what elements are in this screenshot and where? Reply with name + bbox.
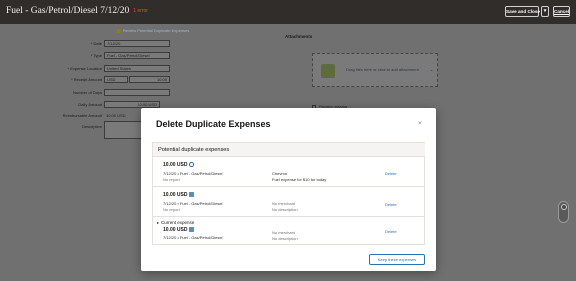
type-label: * Type bbox=[90, 53, 102, 58]
drop-zone-text: Drag files here or click to add attachme… bbox=[346, 67, 419, 72]
description-label: Description bbox=[81, 124, 102, 129]
assistant-widget[interactable] bbox=[558, 201, 569, 223]
save-and-close-button[interactable]: Save and Close bbox=[505, 6, 540, 17]
receipt-amount-label: * Receipt Amount bbox=[71, 77, 102, 82]
row-amount-text: 10.00 USD bbox=[163, 227, 188, 233]
row-report: No report bbox=[163, 207, 180, 212]
duplicates-section: Potential duplicate expenses 10.00 USD 7… bbox=[152, 142, 425, 245]
duplicate-row: 10.00 USD 7/12/20 • Fuel - Gas/Petrol/Di… bbox=[153, 187, 425, 217]
page-title: Fuel - Gas/Petrol/Diesel 7/12/20 1 error bbox=[6, 6, 148, 16]
reimbursable-label: Reimbursable Amount bbox=[62, 113, 102, 118]
days-row: Number of Days bbox=[0, 89, 200, 97]
row-merchant: Chevron bbox=[272, 171, 288, 176]
section-header: Potential duplicate expenses bbox=[153, 143, 425, 157]
review-duplicates-link[interactable]: Review Potential Duplicate Expenses bbox=[117, 28, 189, 33]
expand-triangle-icon[interactable]: ▸ bbox=[157, 220, 159, 225]
row-report: No report bbox=[163, 177, 180, 182]
receipt-icon[interactable] bbox=[189, 227, 194, 232]
dialog-title: Delete Duplicate Expenses bbox=[156, 119, 271, 129]
days-field[interactable] bbox=[104, 89, 170, 96]
row-description: No description bbox=[272, 236, 298, 241]
cancel-button[interactable]: Cancel bbox=[553, 6, 570, 17]
date-field[interactable]: 7/12/20 bbox=[104, 40, 170, 47]
daily-amount-label: Daily Amount bbox=[78, 102, 102, 107]
row-date-type: 7/12/20 • Fuel - Gas/Petrol/Diesel bbox=[163, 235, 223, 240]
current-expense-toggle[interactable]: ▸ Current expense bbox=[157, 220, 194, 225]
type-row: * Type Fuel - Gas/Petrol/Diesel bbox=[0, 52, 200, 60]
location-row: * Expense Location United States bbox=[0, 65, 200, 73]
row-amount-text: 10.00 USD bbox=[163, 192, 188, 198]
date-row: * Date 7/12/20 bbox=[0, 40, 200, 48]
row-description: Fuel expense for $10 for today bbox=[272, 177, 327, 182]
daily-amount-field[interactable]: 10.00 USD bbox=[104, 101, 160, 108]
section-title: Potential duplicate expenses bbox=[158, 147, 230, 153]
error-flag[interactable]: 1 error bbox=[133, 8, 148, 14]
warning-icon bbox=[117, 28, 121, 33]
review-duplicates-label: Review Potential Duplicate Expenses bbox=[123, 28, 190, 33]
row-merchant: No merchant bbox=[272, 230, 295, 235]
receipt-amount-field[interactable]: 10.00 bbox=[129, 76, 170, 83]
attachment-illustration-icon bbox=[321, 64, 335, 78]
type-select[interactable]: Fuel - Gas/Petrol/Diesel bbox=[104, 52, 170, 59]
save-options-dropdown-button[interactable]: ▾ bbox=[541, 6, 549, 17]
location-label: * Expense Location bbox=[67, 66, 102, 71]
row-amount: 10.00 USD bbox=[163, 162, 194, 168]
row-amount-text: 10.00 USD bbox=[163, 162, 188, 168]
delete-link[interactable]: Delete bbox=[385, 202, 397, 207]
attachment-drop-zone[interactable]: Drag files here or click to add attachme… bbox=[312, 53, 438, 87]
delete-link[interactable]: Delete bbox=[385, 171, 397, 176]
current-expense-row: ▸ Current expense 10.00 USD 7/12/20 • Fue… bbox=[153, 217, 425, 245]
receipt-icon[interactable] bbox=[189, 192, 194, 197]
row-description: No description bbox=[272, 207, 298, 212]
reimbursable-value: 10.00 USD bbox=[106, 113, 126, 118]
location-select[interactable]: United States bbox=[104, 65, 170, 72]
row-date-type: 7/12/20 • Fuel - Gas/Petrol/Diesel bbox=[163, 171, 223, 176]
delete-duplicates-dialog: Delete Duplicate Expenses × Potential du… bbox=[141, 108, 436, 271]
current-expense-heading: Current expense bbox=[161, 220, 195, 225]
chevron-down-icon[interactable]: ⌄ bbox=[430, 67, 433, 72]
close-icon[interactable]: × bbox=[418, 120, 422, 127]
row-merchant: No merchant bbox=[272, 201, 295, 206]
currency-select[interactable]: USD bbox=[104, 76, 128, 83]
row-amount: 10.00 USD bbox=[163, 192, 194, 198]
row-date-type: 7/12/20 • Fuel - Gas/Petrol/Diesel bbox=[163, 201, 223, 206]
info-icon[interactable] bbox=[189, 162, 194, 167]
assistant-icon[interactable] bbox=[561, 204, 567, 210]
attachments-label: Attachments bbox=[285, 34, 313, 39]
date-label: * Date bbox=[90, 41, 102, 46]
duplicate-row: 10.00 USD 7/12/20 • Fuel - Gas/Petrol/Di… bbox=[153, 158, 425, 187]
app-header: Fuel - Gas/Petrol/Diesel 7/12/20 1 error … bbox=[0, 0, 576, 24]
delete-link[interactable]: Delete bbox=[385, 229, 397, 234]
receipt-amount-row: * Receipt Amount USD 10.00 bbox=[0, 76, 200, 84]
days-label: Number of Days bbox=[73, 90, 102, 95]
page-title-text: Fuel - Gas/Petrol/Diesel 7/12/20 bbox=[6, 6, 130, 16]
keep-expenses-button[interactable]: Keep these expenses bbox=[369, 254, 425, 265]
row-amount: 10.00 USD bbox=[163, 227, 194, 233]
